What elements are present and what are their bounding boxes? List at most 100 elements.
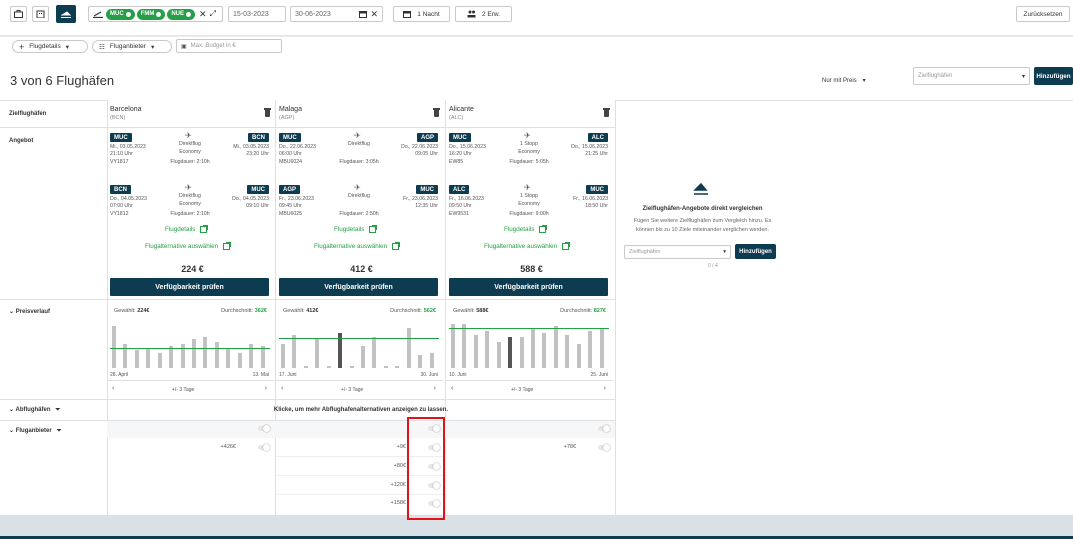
provider-filter-label: Fluganbieter [109, 43, 146, 50]
price-bar[interactable] [451, 324, 455, 368]
check-availability-button[interactable]: Verfügbarkeit prüfen [279, 278, 438, 296]
price-bar[interactable] [383, 366, 388, 368]
price-bar[interactable] [303, 366, 308, 368]
price-bar[interactable] [531, 328, 535, 368]
price-bar[interactable] [237, 353, 242, 368]
date-from-field[interactable]: 15-03-2023 [228, 6, 286, 22]
chevron-left-icon[interactable]: ‹ [112, 385, 114, 392]
chevron-left-icon[interactable]: ‹ [281, 385, 283, 392]
price-bar[interactable] [406, 328, 411, 368]
flight-alternative-link[interactable]: Flugalternative auswählen [145, 242, 232, 250]
flight-details-link[interactable]: Flugdetails [504, 225, 548, 233]
price-bar[interactable] [519, 337, 524, 368]
price-bar[interactable] [214, 342, 219, 368]
price-bar[interactable] [192, 339, 196, 368]
external-link-icon [369, 225, 378, 233]
compare-add-button[interactable]: Hinzufügen [735, 244, 776, 259]
price-bar[interactable] [599, 328, 604, 368]
trash-icon[interactable] [603, 108, 610, 117]
flight-alternative-link[interactable]: Flugalternative auswählen [484, 242, 571, 250]
price-bar[interactable] [260, 346, 265, 368]
hotel-icon[interactable] [32, 6, 49, 22]
price-bar[interactable] [462, 324, 467, 368]
airport-chip-fmm[interactable]: FMM [136, 8, 166, 20]
trash-icon[interactable] [433, 108, 440, 117]
flight-icon[interactable] [56, 5, 76, 23]
target-airports-select[interactable]: Zielflughäfen ▾ [913, 67, 1030, 85]
date-to-field[interactable]: 30-06-2023 ✕ [290, 6, 383, 22]
provider-price-delta: +426€ [220, 444, 236, 450]
expand-icon[interactable]: ⤢ [210, 9, 216, 19]
external-link-icon [392, 242, 401, 250]
clear-date-icon[interactable]: ✕ [370, 9, 378, 20]
price-bar[interactable] [169, 346, 174, 368]
price-bar[interactable] [485, 331, 490, 368]
price-bar[interactable] [292, 335, 297, 368]
flight-alternative-link[interactable]: Flugalternative auswählen [314, 242, 401, 250]
flight-details-filter[interactable]: + Flugdetails ▾ [12, 40, 88, 53]
row-label-providers[interactable]: ⌄ Fluganbieter ⏷ [9, 427, 62, 435]
provider-toggle[interactable] [598, 425, 610, 432]
add-target-button[interactable]: Hinzufügen [1034, 67, 1073, 85]
provider-toggle[interactable] [598, 444, 610, 451]
departure-date: Do., 04.05.2023 [110, 196, 147, 202]
price-bar[interactable] [588, 331, 593, 368]
provider-filter[interactable]: ☷ Fluganbieter ▾ [92, 40, 172, 53]
price-bar[interactable] [349, 366, 354, 368]
check-availability-button[interactable]: Verfügbarkeit prüfen [110, 278, 269, 296]
compare-airport-select[interactable]: Zielflughäfen ▾ [624, 245, 731, 259]
provider-toggle[interactable] [258, 425, 270, 432]
takeoff-icon [93, 11, 103, 18]
filter-icon[interactable]: ⏷ [55, 407, 60, 413]
trash-icon[interactable] [264, 108, 271, 117]
price-bar[interactable] [496, 342, 501, 368]
departure-airports-hint[interactable]: Klicke, um mehr Abflughafenalternativen … [107, 407, 615, 413]
airport-chip-muc[interactable]: MUC [106, 8, 135, 20]
filter-icon[interactable]: ⏷ [57, 428, 62, 434]
clear-icon[interactable]: ✕ [199, 9, 207, 20]
price-bar[interactable] [226, 348, 231, 368]
airport-chip-nue[interactable]: NUE [167, 8, 196, 20]
flight-details-link[interactable]: Flugdetails [165, 225, 209, 233]
calendar-icon[interactable] [359, 10, 368, 18]
destination-code: AGP [416, 133, 438, 142]
suitcase-icon[interactable] [10, 6, 27, 22]
price-bar[interactable] [418, 355, 423, 368]
departure-airports-field[interactable]: MUC FMM NUE ✕ ⤢ [88, 6, 223, 22]
chevron-left-icon[interactable]: ‹ [451, 385, 453, 392]
chevron-right-icon[interactable]: › [434, 385, 436, 392]
sort-dropdown[interactable]: Nur mit Preis ▾ [822, 77, 866, 84]
chosen-price-label: Gewählt: 412€ [283, 308, 319, 314]
chevron-right-icon[interactable]: › [604, 385, 606, 392]
price-bar[interactable] [326, 366, 331, 368]
compare-text-1: Fügen Sie weitere Zielflughäfen zum Verg… [633, 218, 772, 224]
price-bar[interactable] [542, 333, 547, 368]
row-label-departure-airports[interactable]: ⌄ Abflughäfen ⏷ [9, 406, 60, 414]
price-bar[interactable] [203, 337, 208, 368]
average-price-label: Durchschnitt: 362€ [221, 308, 267, 314]
flight-details-link[interactable]: Flugdetails [334, 225, 378, 233]
nights-button[interactable]: 1 Nacht [393, 6, 450, 22]
price-bar[interactable] [372, 337, 377, 368]
price-bar[interactable] [281, 344, 285, 368]
price-bar[interactable] [146, 348, 151, 368]
price-bar[interactable] [576, 344, 581, 368]
travelers-button[interactable]: 2 Erw. [455, 6, 512, 22]
row-label-price-trend[interactable]: ⌄ Preisverlauf [9, 308, 50, 315]
price-bar[interactable] [553, 326, 558, 368]
price-bar[interactable] [508, 337, 513, 368]
price-bar[interactable] [395, 366, 400, 368]
price-bar[interactable] [112, 326, 116, 368]
chevron-right-icon[interactable]: › [265, 385, 267, 392]
provider-toggle[interactable] [258, 444, 270, 451]
budget-field[interactable]: ▣ Max. Budget in € [176, 39, 282, 53]
price-bar[interactable] [429, 353, 434, 368]
price-bar[interactable] [157, 353, 162, 368]
check-availability-button[interactable]: Verfügbarkeit prüfen [449, 278, 608, 296]
price-bar[interactable] [315, 339, 320, 368]
price-bar[interactable] [134, 350, 139, 368]
price-bar[interactable] [473, 335, 478, 368]
reset-button[interactable]: Zurücksetzen [1016, 6, 1070, 22]
price-bar[interactable] [361, 346, 365, 368]
price-bar[interactable] [565, 335, 570, 368]
